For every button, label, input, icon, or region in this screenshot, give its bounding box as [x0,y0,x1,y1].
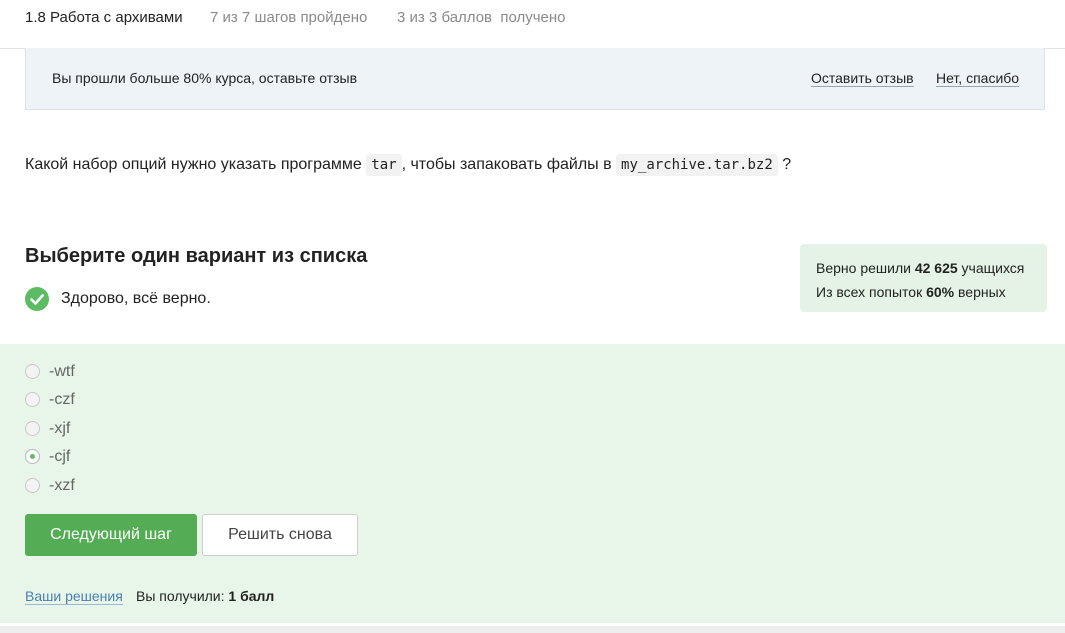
question-text-after: ? [782,156,792,173]
check-circle-icon [25,287,49,311]
question-text: Какой набор опций нужно указать программ… [25,152,791,178]
code-tar: tar [366,154,402,176]
review-banner-text: Вы прошли больше 80% курса, оставьте отз… [52,70,358,86]
bottom-divider [0,626,1065,633]
score-text: Вы получили: 1 балл [136,588,274,604]
option-label: -czf [49,391,75,408]
option-label: -cjf [49,448,71,465]
lesson-title: 1.8 Работа с архивами [25,9,183,26]
solved-suffix: учащихся [961,260,1025,276]
quiz-heading: Выберите один вариант из списка [25,245,368,267]
question-text-middle: , чтобы запаковать файлы в [401,156,612,173]
stats-box: Верно решили 42 625 учащихся Из всех поп… [800,244,1047,312]
attempts-suffix: верных [958,284,1006,300]
leave-review-link[interactable]: Оставить отзыв [811,70,914,87]
attempts-prefix: Из всех попыток [816,284,923,300]
attempts-percent: 60% [926,284,955,300]
option-label: -xzf [49,477,75,494]
radio-button-checked[interactable] [25,449,40,464]
no-thanks-link[interactable]: Нет, спасибо [936,70,1020,87]
next-step-button[interactable]: Следующий шаг [25,514,197,556]
option-label: -wtf [49,363,75,380]
points-progress: 3 из 3 баллов получено [397,9,566,26]
step-header: 1.8 Работа с архивами 7 из 7 шагов пройд… [0,0,1065,49]
radio-button[interactable] [25,478,40,493]
code-archive-name: my_archive.tar.bz2 [616,154,778,176]
radio-button[interactable] [25,364,40,379]
your-solutions-link[interactable]: Ваши решения [25,588,123,605]
score-prefix: Вы получили: [136,588,225,604]
solved-count: 42 625 [914,260,958,276]
review-banner: Вы прошли больше 80% курса, оставьте отз… [25,48,1045,110]
correct-feedback-text: Здорово, всё верно. [61,290,211,307]
options-area: -wtf -czf -xjf -cjf -xzf Следующий шаг Р… [0,344,1065,623]
solved-stat: Верно решили 42 625 учащихся [816,256,1031,280]
radio-button[interactable] [25,392,40,407]
radio-button[interactable] [25,421,40,436]
option-label: -xjf [49,420,71,437]
score-value: 1 балл [228,588,275,604]
step-page: 1.8 Работа с архивами 7 из 7 шагов пройд… [0,0,1065,633]
question-text-before: Какой набор опций нужно указать программ… [25,156,362,173]
steps-progress: 7 из 7 шагов пройдено [210,9,368,26]
solved-prefix: Верно решили [816,260,911,276]
attempts-stat: Из всех попыток 60% верных [816,280,1031,304]
solve-again-button[interactable]: Решить снова [202,514,358,556]
